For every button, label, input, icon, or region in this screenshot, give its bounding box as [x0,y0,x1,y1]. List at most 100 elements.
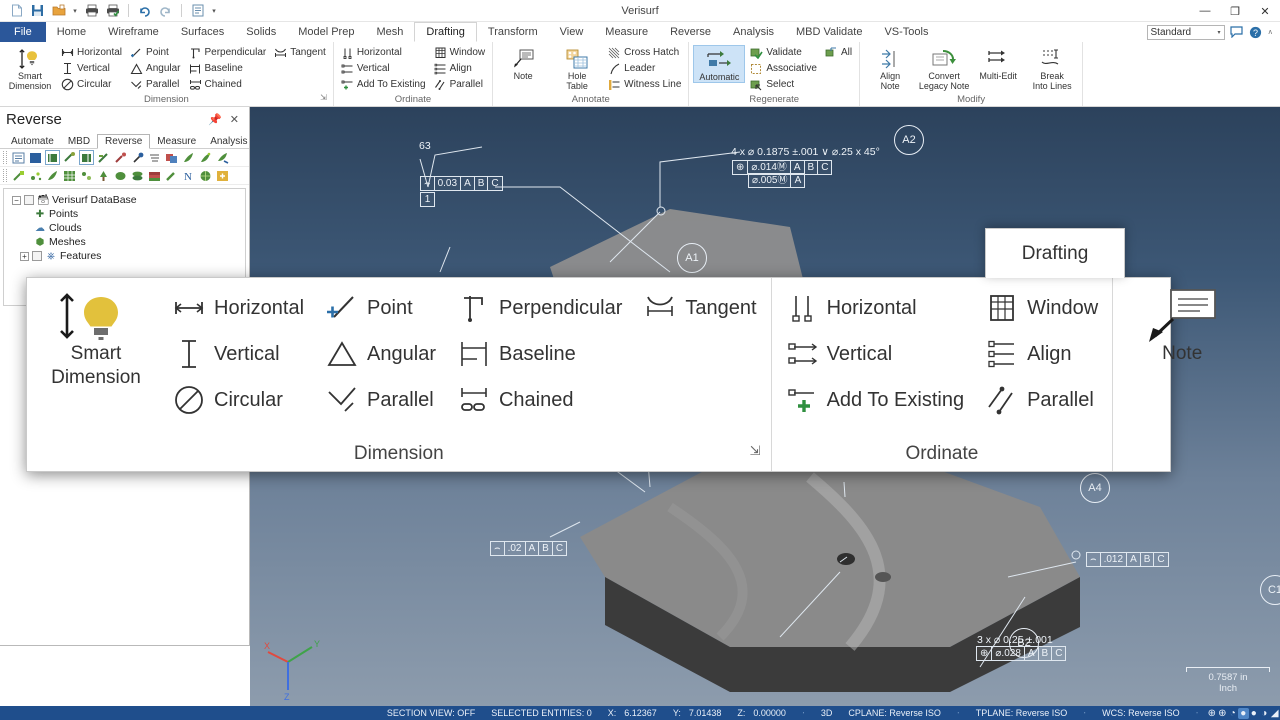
overlay-baseline-dimension-button[interactable]: Baseline [454,332,626,376]
overlay-angular-dimension-button[interactable]: Angular [322,332,440,376]
comment-icon[interactable] [1229,25,1244,40]
tree-icon[interactable] [96,168,111,183]
ribbon-tab-mbd-validate[interactable]: MBD Validate [785,22,873,42]
scan-select-icon[interactable] [79,150,94,165]
ribbon-tab-measure[interactable]: Measure [594,22,659,42]
overlay-ordinate-align-button[interactable]: Align [982,332,1102,376]
pin-icon[interactable]: 📌 [204,113,226,126]
mesh-tool-icon[interactable] [96,150,111,165]
configuration-combo[interactable]: Standard ▾ [1146,24,1225,40]
panel-tab-analysis[interactable]: Analysis [203,135,254,148]
resize-grip-icon[interactable]: ◢ [1270,708,1280,719]
tree-node-features[interactable]: + ⎈ Features [10,249,245,263]
balloon-a1[interactable]: A1 [677,243,707,273]
status-cplane[interactable]: CPLANE: Reverse ISO [840,708,949,718]
panel-tab-measure[interactable]: Measure [150,135,203,148]
vertical-dimension-button[interactable]: Vertical [58,61,125,76]
grid-icon[interactable] [62,168,77,183]
tree-expander-icon[interactable]: − [12,195,21,205]
scan-tool-icon[interactable] [45,150,60,165]
ordinate-window-button[interactable]: Window [431,45,489,60]
circular-dimension-button[interactable]: Circular [58,77,125,92]
hidden-line-icon[interactable]: ⊕ [1217,708,1228,719]
associative-button[interactable]: Associative [747,61,820,76]
list-icon[interactable] [147,150,162,165]
probe-icon[interactable] [113,150,128,165]
note-tool-icon[interactable] [11,150,26,165]
ribbon-tab-surfaces[interactable]: Surfaces [170,22,235,42]
ribbon-tab-view[interactable]: View [549,22,595,42]
overlay-ordinate-vertical-button[interactable]: Vertical [782,332,969,376]
curve-n-icon[interactable]: N [181,168,196,183]
close-button[interactable]: ✕ [1250,0,1280,22]
collapse-ribbon-icon[interactable]: ʌ [1267,29,1275,36]
datum-feature-1[interactable]: 1 [420,192,435,207]
profile-tolerance-right[interactable]: ⌢ .012 A B C [1086,552,1169,567]
feature-extract-icon[interactable] [215,150,230,165]
help-icon[interactable]: ? [1248,25,1263,40]
spray-icon[interactable] [28,168,43,183]
panel-tab-automate[interactable]: Automate [4,135,61,148]
shade-half-icon[interactable]: ◔ [1228,708,1239,719]
select-button[interactable]: Select [747,77,820,92]
tree-node-meshes[interactable]: ⬢ Meshes [10,235,245,249]
align-note-button[interactable]: Align Note [864,45,916,91]
overlay-horizontal-dimension-button[interactable]: Horizontal [169,286,308,330]
overlay-dimension-dialog-launcher-icon[interactable]: ⇲ [750,443,761,459]
automatic-regenerate-button[interactable]: Automatic [693,45,746,83]
tree-checkbox-features[interactable] [32,251,42,261]
baseline-dimension-button[interactable]: Baseline [186,61,270,76]
stack-icon[interactable] [130,168,145,183]
overlay-ordinate-add-to-existing-button[interactable]: Add To Existing [782,378,969,422]
overlay-perpendicular-dimension-button[interactable]: Perpendicular [454,286,626,330]
position-tolerance-bottom[interactable]: ⊕ ⌀.028 A B C [976,646,1067,661]
overlay-ordinate-horizontal-button[interactable]: Horizontal [782,286,969,330]
angular-dimension-button[interactable]: Angular [127,61,183,76]
overlay-point-dimension-button[interactable]: Point [322,286,440,330]
leaf-icon[interactable] [45,168,60,183]
leader-button[interactable]: Leader [605,61,684,76]
cloud-section-icon[interactable] [164,150,179,165]
overlay-ordinate-parallel-button[interactable]: Parallel [982,378,1102,422]
decimate-icon[interactable] [79,168,94,183]
balloon-a4[interactable]: A4 [1080,473,1110,503]
shaded-icon[interactable]: ● [1238,707,1249,719]
overlay-ordinate-window-button[interactable]: Window [982,286,1102,330]
ribbon-tab-analysis[interactable]: Analysis [722,22,785,42]
ribbon-tab-home[interactable]: Home [46,22,97,42]
ribbon-tab-transform[interactable]: Transform [477,22,549,42]
position-tolerance-top-row2[interactable]: ⌀.005Ⓜ A [748,173,806,188]
toolbar-grip[interactable] [3,151,7,164]
parallel-dimension-button[interactable]: Parallel [127,77,183,92]
tree-expander-features-icon[interactable]: + [20,251,29,261]
cross-hatch-button[interactable]: Cross Hatch [605,45,684,60]
validate-button[interactable]: Validate [747,45,820,60]
close-icon[interactable]: ✕ [226,113,243,126]
ordinate-add-to-existing-button[interactable]: Add To Existing [338,77,429,92]
ribbon-tab-vs-tools[interactable]: VS-Tools [873,22,939,42]
profile-tolerance-top[interactable]: ⌢ 0.03 A B C [420,176,503,191]
solid-shade-icon[interactable]: ● [1249,708,1260,719]
wireframe-shade-icon[interactable]: ⊕ [1207,708,1218,719]
overlay-parallel-dimension-button[interactable]: Parallel [322,378,440,422]
translucency-icon[interactable]: ◑ [1259,708,1270,719]
ribbon-tab-solids[interactable]: Solids [235,22,287,42]
panel-tab-mbd[interactable]: MBD [61,135,97,148]
tree-node-clouds[interactable]: ☁ Clouds [10,221,245,235]
ribbon-tab-model-prep[interactable]: Model Prep [287,22,365,42]
note-button[interactable]: Note [497,45,549,81]
hole-table-button[interactable]: Hole Table [551,45,603,91]
toolbar-grip-2[interactable] [3,169,7,182]
ribbon-tab-reverse[interactable]: Reverse [659,22,722,42]
globe-icon[interactable] [198,168,213,183]
feature-sparkle-icon[interactable] [198,150,213,165]
overlay-chained-dimension-button[interactable]: Chained [454,378,626,422]
feature-green-icon[interactable] [181,150,196,165]
overlay-vertical-dimension-button[interactable]: Vertical [169,332,308,376]
witness-line-button[interactable]: Witness Line [605,77,684,92]
smart-dimension-button[interactable]: Smart Dimension [4,45,56,91]
overlay-tangent-dimension-button[interactable]: Tangent [640,286,760,330]
profile-tolerance-left[interactable]: ⌢ .02 A B C [490,541,568,556]
all-button[interactable]: All [822,45,855,60]
shape-icon[interactable] [113,168,128,183]
